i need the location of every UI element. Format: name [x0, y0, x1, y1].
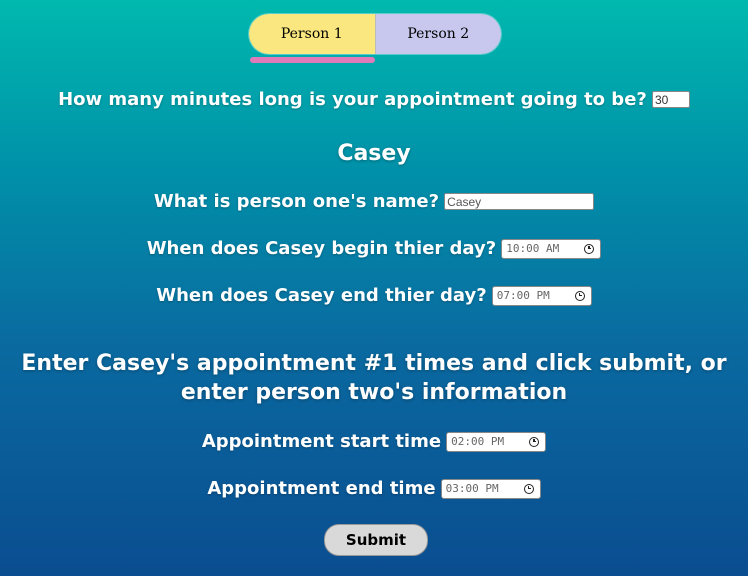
name-input[interactable] [444, 193, 595, 210]
clock-icon[interactable] [584, 243, 595, 254]
appointment-start-time-value: 02:00 PM [451, 435, 505, 448]
end-day-row: When does Casey end thier day? 07:00 PM [0, 285, 748, 306]
appointment-length-label: How many minutes long is your appointmen… [58, 89, 647, 110]
appointment-start-time-input[interactable]: 02:00 PM [446, 431, 547, 452]
tab-person-1[interactable]: Person 1 [249, 14, 375, 54]
person-heading: Casey [337, 141, 411, 166]
begin-day-label: When does Casey begin thier day? [146, 238, 497, 259]
appointment-start-label: Appointment start time [201, 431, 442, 452]
active-tab-indicator [250, 57, 375, 63]
instructions-heading: Enter Casey's appointment #1 times and c… [21, 351, 727, 405]
appointment-length-input[interactable] [651, 91, 690, 108]
clock-icon[interactable] [574, 290, 585, 301]
person-tabs: Person 1 Person 2 [249, 14, 501, 54]
person-heading-row: Casey [0, 141, 748, 166]
appointment-end-time-input[interactable]: 03:00 PM [440, 478, 541, 499]
name-row: What is person one's name? [0, 191, 748, 212]
begin-day-time-input[interactable]: 10:00 AM [501, 238, 602, 259]
appointment-end-time-value: 03:00 PM [445, 482, 499, 495]
tab-person-2[interactable]: Person 2 [374, 14, 501, 54]
end-day-time-input[interactable]: 07:00 PM [491, 285, 592, 306]
appointment-start-row: Appointment start time 02:00 PM [0, 431, 748, 452]
clock-icon[interactable] [529, 436, 540, 447]
name-label: What is person one's name? [153, 191, 440, 212]
begin-day-row: When does Casey begin thier day? 10:00 A… [0, 238, 748, 259]
clock-icon[interactable] [523, 483, 534, 494]
appointment-end-label: Appointment end time [207, 478, 436, 499]
appointment-end-row: Appointment end time 03:00 PM [0, 478, 748, 499]
begin-day-time-value: 10:00 AM [506, 242, 560, 255]
end-day-label: When does Casey end thier day? [156, 285, 487, 306]
submit-button[interactable]: Submit [324, 524, 428, 556]
appointment-length-row: How many minutes long is your appointmen… [0, 89, 748, 110]
end-day-time-value: 07:00 PM [496, 289, 550, 302]
